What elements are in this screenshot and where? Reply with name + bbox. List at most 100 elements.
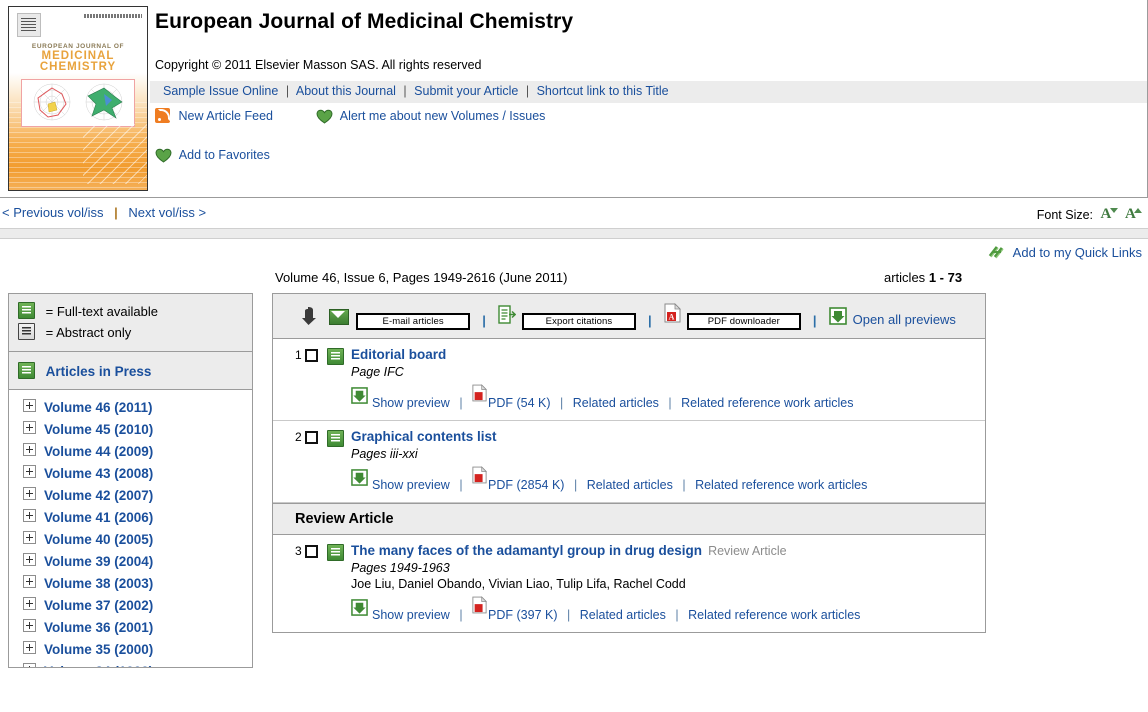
pdf-icon[interactable] (472, 384, 488, 403)
article-checkbox[interactable] (305, 545, 318, 558)
pdf-downloader-button[interactable]: PDF downloader (686, 313, 801, 330)
open-previews-icon[interactable] (828, 307, 847, 325)
volume-link[interactable]: Volume 36 (2001) (44, 620, 153, 635)
related-reference-work-link[interactable]: Related reference work articles (688, 608, 860, 622)
sidebar-item-volume-34[interactable]: Volume 34 (1999) (9, 661, 252, 667)
sidebar-item-volume-35[interactable]: Volume 35 (2000) (9, 639, 252, 661)
pdf-download-link[interactable]: PDF (54 K) (488, 396, 551, 410)
volume-link[interactable]: Volume 44 (2009) (44, 444, 153, 459)
decrease-font-size-icon[interactable]: A (1101, 206, 1118, 223)
link-about-this-journal[interactable]: About this Journal (296, 84, 396, 98)
sidebar-item-volume-41[interactable]: Volume 41 (2006) (9, 507, 252, 529)
pdf-icon[interactable] (472, 466, 488, 485)
link-separator: | (403, 84, 407, 98)
link-shortcut-to-title[interactable]: Shortcut link to this Title (537, 84, 669, 98)
expand-icon[interactable] (23, 619, 36, 632)
volume-link[interactable]: Volume 46 (2011) (44, 400, 153, 415)
export-citations-icon[interactable] (498, 305, 517, 324)
link-sample-issue-online[interactable]: Sample Issue Online (163, 84, 278, 98)
show-preview-icon[interactable] (351, 387, 368, 404)
expand-icon[interactable] (23, 421, 36, 434)
show-preview-link[interactable]: Show preview (372, 608, 450, 622)
volume-link[interactable]: Volume 41 (2006) (44, 510, 153, 525)
pdf-icon[interactable]: A (664, 303, 681, 323)
sidebar-item-volume-40[interactable]: Volume 40 (2005) (9, 529, 252, 551)
article-title-link[interactable]: Graphical contents list (351, 429, 497, 444)
volume-link[interactable]: Volume 42 (2007) (44, 488, 153, 503)
expand-icon[interactable] (23, 575, 36, 588)
sidebar-item-volume-43[interactable]: Volume 43 (2008) (9, 463, 252, 485)
add-quick-links-control[interactable]: Add to my Quick Links (988, 244, 1142, 260)
email-articles-button[interactable]: E-mail articles (356, 313, 471, 330)
sidebar-item-volume-37[interactable]: Volume 37 (2002) (9, 595, 252, 617)
related-reference-work-link[interactable]: Related reference work articles (695, 478, 867, 492)
export-citations-button[interactable]: Export citations (521, 313, 636, 330)
expand-icon[interactable] (23, 465, 36, 478)
sidebar-item-volume-36[interactable]: Volume 36 (2001) (9, 617, 252, 639)
related-articles-link[interactable]: Related articles (573, 396, 659, 410)
show-preview-link[interactable]: Show preview (372, 478, 450, 492)
volume-link[interactable]: Volume 40 (2005) (44, 532, 153, 547)
favorites-heart-icon[interactable] (155, 148, 172, 163)
article-title-link[interactable]: Editorial board (351, 347, 446, 362)
expand-icon[interactable] (23, 641, 36, 654)
increase-font-size-icon[interactable]: A (1125, 206, 1142, 223)
related-reference-work-link[interactable]: Related reference work articles (681, 396, 853, 410)
journal-header: EUROPEAN JOURNAL OF MEDICINAL CHEMISTRY … (0, 0, 1148, 198)
expand-icon[interactable] (23, 663, 36, 667)
expand-icon[interactable] (23, 487, 36, 500)
previous-volume-link[interactable]: < Previous vol/iss (2, 205, 104, 220)
sidebar-item-volume-42[interactable]: Volume 42 (2007) (9, 485, 252, 507)
pdf-download-link[interactable]: PDF (397 K) (488, 608, 557, 622)
sidebar-item-volume-46[interactable]: Volume 46 (2011) (9, 397, 252, 419)
volume-link[interactable]: Volume 43 (2008) (44, 466, 153, 481)
cover-diagonal-lines (83, 124, 147, 184)
expand-icon[interactable] (23, 531, 36, 544)
link-separator: | (285, 84, 290, 98)
sidebar-item-volume-38[interactable]: Volume 38 (2003) (9, 573, 252, 595)
show-preview-icon[interactable] (351, 599, 368, 616)
new-article-feed-link[interactable]: New Article Feed (178, 109, 272, 123)
sidebar-item-volume-45[interactable]: Volume 45 (2010) (9, 419, 252, 441)
email-icon[interactable] (329, 309, 350, 325)
article-checkbox[interactable] (305, 349, 318, 362)
link-separator: | (675, 608, 679, 622)
alert-heart-icon[interactable] (316, 109, 333, 124)
rss-icon[interactable] (155, 108, 170, 123)
article-title-link[interactable]: The many faces of the adamantyl group in… (351, 543, 702, 558)
sidebar-item-volume-39[interactable]: Volume 39 (2004) (9, 551, 252, 573)
expand-icon[interactable] (23, 553, 36, 566)
open-all-previews-link[interactable]: Open all previews (853, 312, 956, 327)
articles-in-press-panel[interactable]: Articles in Press (8, 352, 253, 390)
volume-link[interactable]: Volume 38 (2003) (44, 576, 153, 591)
volume-link[interactable]: Volume 45 (2010) (44, 422, 153, 437)
article-list-panel: E-mail articles | Export citations | A P… (272, 293, 986, 633)
show-preview-link[interactable]: Show preview (372, 396, 450, 410)
articles-in-press-link[interactable]: Articles in Press (46, 364, 152, 379)
pdf-download-link[interactable]: PDF (2854 K) (488, 478, 564, 492)
journal-link-bar: Sample Issue Online | About this Journal… (150, 81, 1147, 103)
next-volume-link[interactable]: Next vol/iss > (128, 205, 206, 220)
expand-icon[interactable] (23, 597, 36, 610)
legend-panel: = Full-text available = Abstract only (8, 293, 253, 352)
volume-link[interactable]: Volume 35 (2000) (44, 642, 153, 657)
toolbar-separator: | (482, 313, 486, 328)
sidebar-item-volume-44[interactable]: Volume 44 (2009) (9, 441, 252, 463)
expand-icon[interactable] (23, 443, 36, 456)
pdf-icon[interactable] (472, 596, 488, 615)
show-preview-icon[interactable] (351, 469, 368, 486)
volume-list[interactable]: Volume 46 (2011) Volume 45 (2010) Volume… (8, 390, 253, 668)
alert-me-link[interactable]: Alert me about new Volumes / Issues (340, 109, 546, 123)
related-articles-link[interactable]: Related articles (580, 608, 666, 622)
add-to-favorites-link[interactable]: Add to Favorites (179, 148, 270, 162)
volume-link[interactable]: Volume 34 (1999) (44, 664, 153, 667)
volume-link[interactable]: Volume 37 (2002) (44, 598, 153, 613)
volume-link[interactable]: Volume 39 (2004) (44, 554, 153, 569)
expand-icon[interactable] (23, 399, 36, 412)
related-articles-link[interactable]: Related articles (587, 478, 673, 492)
article-checkbox[interactable] (305, 431, 318, 444)
download-arrow-icon[interactable] (301, 306, 317, 326)
link-submit-your-article[interactable]: Submit your Article (414, 84, 518, 98)
add-to-quick-links-label[interactable]: Add to my Quick Links (1013, 245, 1142, 260)
expand-icon[interactable] (23, 509, 36, 522)
